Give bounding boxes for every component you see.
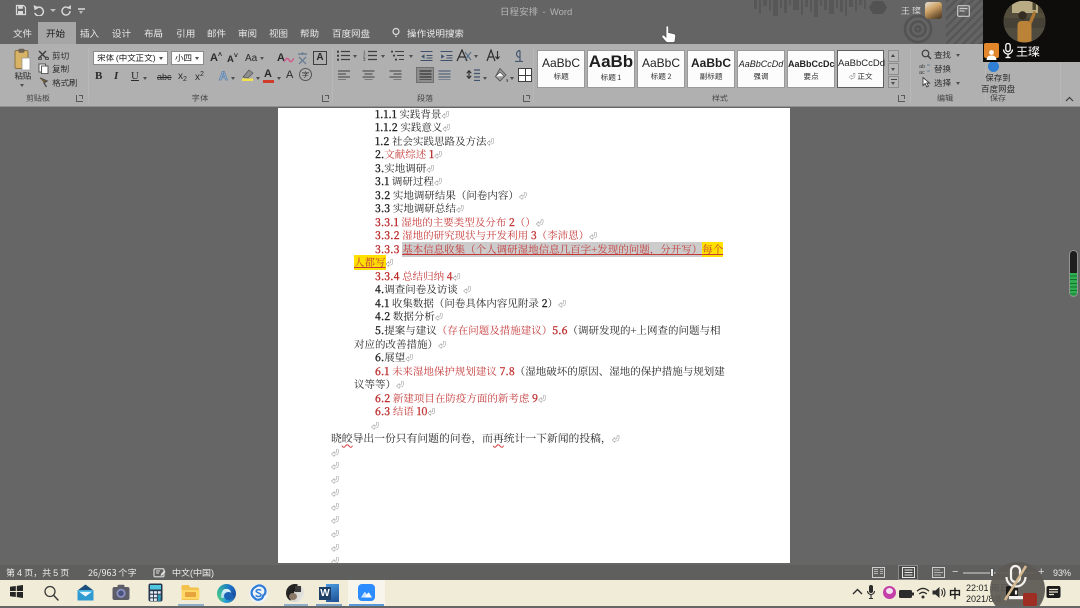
svg-text:ac: ac [919, 70, 925, 74]
svg-text:3: 3 [363, 57, 366, 61]
